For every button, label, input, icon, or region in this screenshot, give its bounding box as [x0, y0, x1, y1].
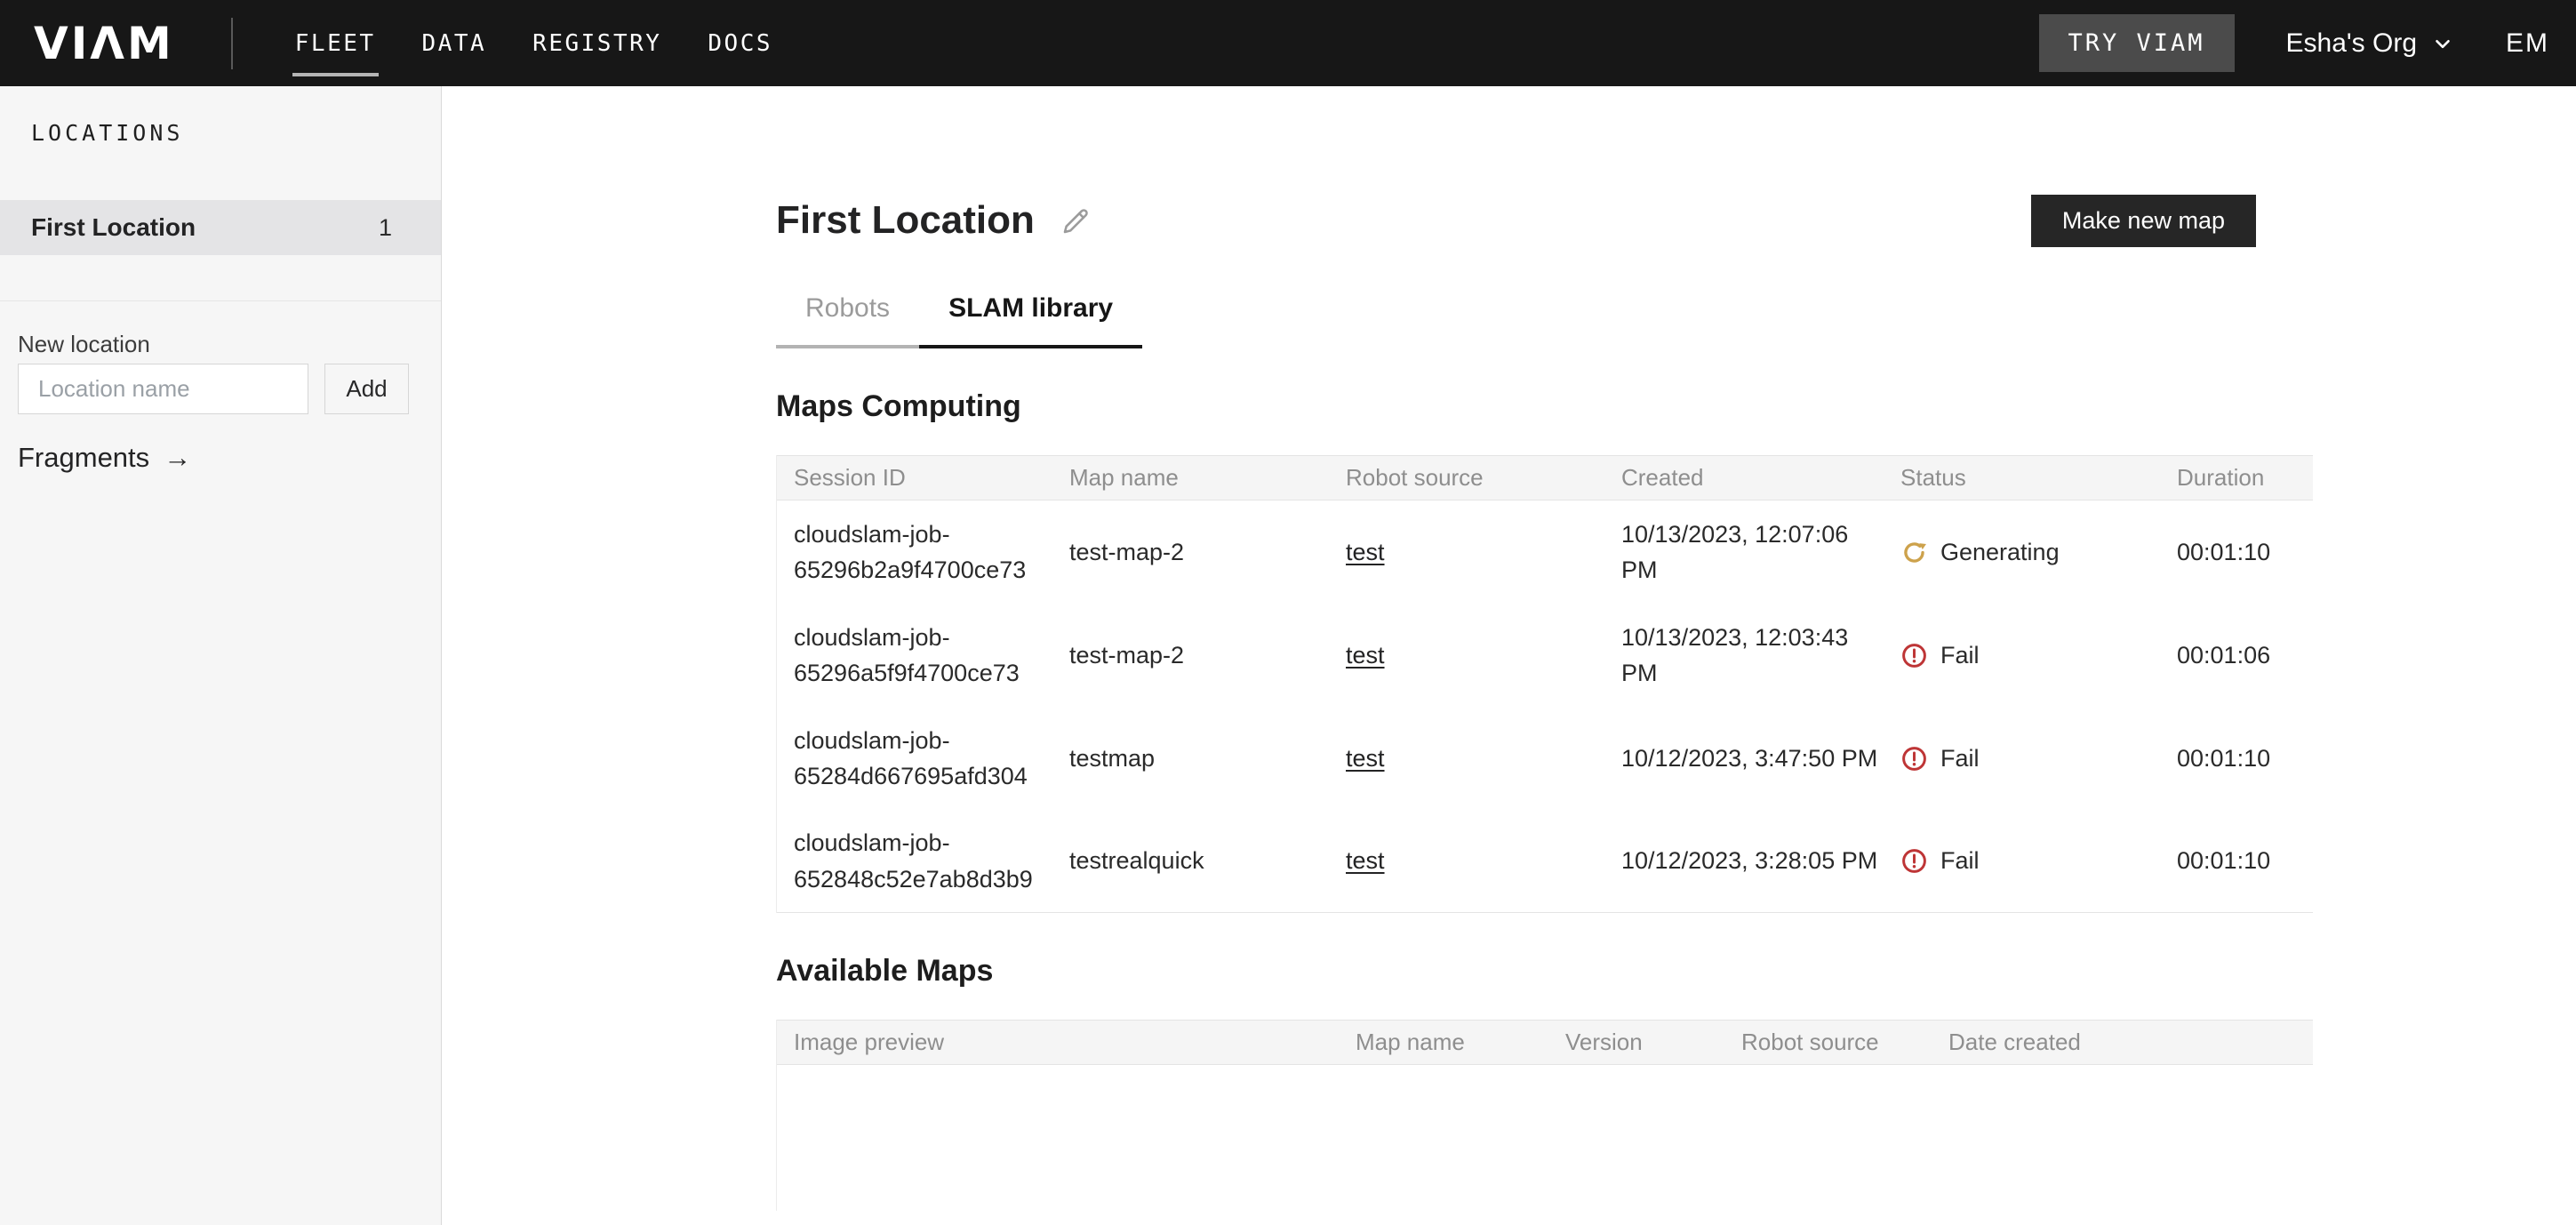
status-label: Fail: [1940, 847, 1980, 875]
arrow-right-icon: →: [164, 442, 191, 474]
status-label: Generating: [1940, 539, 2060, 566]
robot-source-link[interactable]: test: [1346, 539, 1385, 565]
sidebar-divider: [0, 300, 441, 301]
available-maps-table: Image preview Map name Version Robot sou…: [776, 1020, 2313, 1211]
map-name-cell: test-map-2: [1052, 642, 1329, 669]
created-cell: 10/13/2023, 12:07:06 PM: [1604, 516, 1884, 588]
primary-nav: FLEET DATA REGISTRY DOCS: [295, 25, 772, 62]
available-maps-empty-body: [777, 1065, 2313, 1211]
session-id-cell: cloudslam-job-65296a5f9f4700ce73: [777, 620, 1052, 692]
nav-item-registry[interactable]: REGISTRY: [532, 25, 661, 62]
location-name-input[interactable]: [18, 364, 308, 414]
alert-circle-icon: [1900, 642, 1928, 669]
viam-logo[interactable]: VIΛM: [34, 21, 174, 66]
table-row: cloudslam-job-65296b2a9f4700ce73 test-ma…: [777, 500, 2313, 604]
avatar[interactable]: EM: [2506, 28, 2549, 59]
alert-circle-icon: [1900, 745, 1928, 773]
status-cell: Fail: [1884, 745, 2160, 773]
status-cell: Generating: [1884, 539, 2160, 566]
column-header-image-preview: Image preview: [777, 1029, 1339, 1056]
nav-item-fleet[interactable]: FLEET: [295, 25, 376, 62]
column-header-robot-source: Robot source: [1329, 464, 1604, 492]
org-selector[interactable]: Esha's Org: [2286, 28, 2454, 59]
column-header-robot-source: Robot source: [1724, 1029, 1932, 1056]
column-header-session-id: Session ID: [777, 464, 1052, 492]
duration-cell: 00:01:10: [2160, 539, 2313, 566]
org-name: Esha's Org: [2286, 28, 2417, 59]
page-title: First Location: [776, 198, 1035, 244]
tab-slam-library[interactable]: SLAM library: [919, 293, 1142, 348]
table-row: cloudslam-job-652848c52e7ab8d3b9 testrea…: [777, 810, 2313, 913]
table-row: cloudslam-job-65296a5f9f4700ce73 test-ma…: [777, 604, 2313, 707]
robot-source-link[interactable]: test: [1346, 642, 1385, 669]
available-maps-table-header: Image preview Map name Version Robot sou…: [777, 1020, 2313, 1065]
table-row: cloudslam-job-65284d667695afd304 testmap…: [777, 707, 2313, 810]
robot-source-link[interactable]: test: [1346, 847, 1385, 874]
status-cell: Fail: [1884, 847, 2160, 875]
duration-cell: 00:01:06: [2160, 642, 2313, 669]
session-id-cell: cloudslam-job-65284d667695afd304: [777, 723, 1052, 795]
new-location-label: New location: [18, 331, 150, 358]
fragments-link[interactable]: Fragments →: [18, 442, 191, 474]
pencil-icon: [1060, 205, 1092, 237]
add-location-button[interactable]: Add: [324, 364, 409, 414]
new-location-form: Add: [18, 364, 409, 414]
session-id-cell: cloudslam-job-652848c52e7ab8d3b9: [777, 825, 1052, 897]
status-label: Fail: [1940, 642, 1980, 669]
duration-cell: 00:01:10: [2160, 847, 2313, 875]
map-name-cell: test-map-2: [1052, 539, 1329, 566]
refresh-icon: [1900, 539, 1928, 566]
edit-location-button[interactable]: [1060, 205, 1092, 237]
map-name-cell: testrealquick: [1052, 847, 1329, 875]
make-new-map-button[interactable]: Make new map: [2031, 195, 2256, 247]
main-content: First Location Make new map Robots SLAM …: [442, 86, 2576, 1225]
sidebar-item-first-location[interactable]: First Location 1: [0, 200, 441, 255]
maps-computing-table-header: Session ID Map name Robot source Created…: [777, 455, 2313, 500]
column-header-date-created: Date created: [1932, 1029, 2313, 1056]
alert-circle-icon: [1900, 847, 1928, 875]
maps-computing-heading: Maps Computing: [776, 389, 2313, 424]
available-maps-heading: Available Maps: [776, 954, 2313, 989]
robot-source-link[interactable]: test: [1346, 745, 1385, 772]
top-nav: VIΛM FLEET DATA REGISTRY DOCS TRY VIAM E…: [0, 0, 2576, 86]
title-row: First Location Make new map: [776, 195, 2313, 247]
chevron-down-icon: [2431, 32, 2454, 55]
locations-heading: LOCATIONS: [31, 120, 183, 146]
nav-right: TRY VIAM Esha's Org EM: [2039, 14, 2576, 72]
created-cell: 10/12/2023, 3:47:50 PM: [1604, 741, 1884, 777]
try-viam-button[interactable]: TRY VIAM: [2039, 14, 2235, 72]
column-header-version: Version: [1548, 1029, 1724, 1056]
status-cell: Fail: [1884, 642, 2160, 669]
nav-divider: [231, 18, 233, 69]
created-cell: 10/13/2023, 12:03:43 PM: [1604, 620, 1884, 692]
created-cell: 10/12/2023, 3:28:05 PM: [1604, 843, 1884, 879]
location-name: First Location: [31, 213, 196, 242]
nav-item-data[interactable]: DATA: [422, 25, 487, 62]
column-header-created: Created: [1604, 464, 1884, 492]
tab-robots[interactable]: Robots: [776, 293, 919, 348]
session-id-cell: cloudslam-job-65296b2a9f4700ce73: [777, 516, 1052, 588]
column-header-map-name: Map name: [1339, 1029, 1548, 1056]
fragments-label: Fragments: [18, 442, 149, 474]
sidebar: LOCATIONS First Location 1 New location …: [0, 86, 442, 1225]
location-count-badge: 1: [379, 214, 392, 242]
status-label: Fail: [1940, 745, 1980, 773]
maps-computing-table: Session ID Map name Robot source Created…: [776, 455, 2313, 913]
column-header-status: Status: [1884, 464, 2160, 492]
map-name-cell: testmap: [1052, 745, 1329, 773]
nav-item-docs[interactable]: DOCS: [708, 25, 772, 62]
column-header-duration: Duration: [2160, 464, 2313, 492]
tabs: Robots SLAM library: [776, 293, 2313, 348]
column-header-map-name: Map name: [1052, 464, 1329, 492]
duration-cell: 00:01:10: [2160, 745, 2313, 773]
